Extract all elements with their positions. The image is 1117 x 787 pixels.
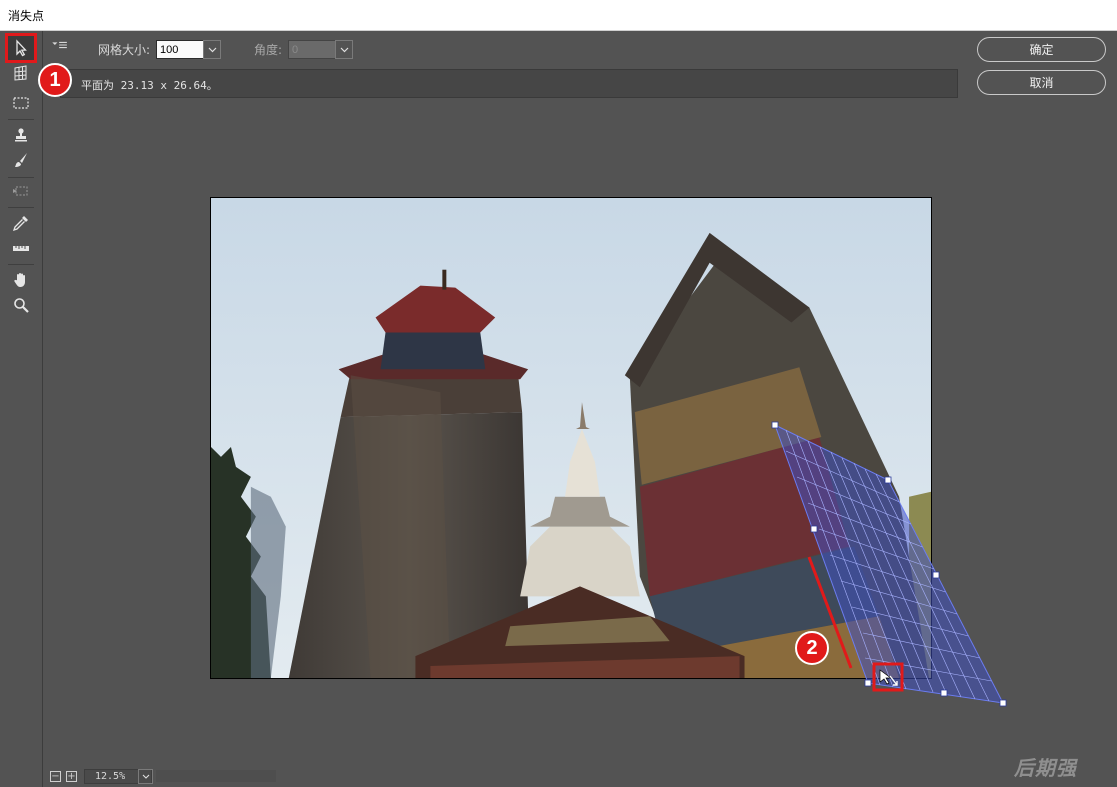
magnifier-icon [14, 298, 29, 313]
marquee-icon [13, 97, 29, 109]
stamp-tool[interactable] [8, 123, 34, 147]
stamp-icon [15, 128, 27, 142]
zoom-in-button[interactable]: + [66, 771, 77, 782]
grid-size-label: 网格大小: [98, 43, 151, 57]
cancel-button[interactable]: 取消 [977, 70, 1106, 95]
zoom-out-button[interactable]: − [50, 771, 61, 782]
tool-separator [8, 177, 34, 178]
tool-separator [8, 264, 34, 265]
eyedropper-tool[interactable] [8, 211, 34, 235]
zoom-dropdown[interactable] [138, 769, 153, 784]
ruler-icon [13, 246, 29, 251]
chevron-down-icon [142, 774, 149, 779]
zoom-track [156, 770, 276, 782]
chevron-down-icon [340, 47, 348, 52]
measure-tool[interactable] [8, 236, 34, 260]
status-bar: − + 12.5% [44, 767, 1117, 787]
grid-size-dropdown[interactable] [203, 40, 221, 59]
tool-separator [8, 207, 34, 208]
create-plane-tool[interactable] [8, 61, 34, 85]
angle-label: 角度: [254, 43, 283, 57]
info-bar: 平面为 23.13 x 26.64。 [60, 69, 958, 98]
tool-separator [8, 119, 34, 120]
tools-panel [0, 31, 43, 787]
edit-plane-tool[interactable] [5, 33, 37, 63]
window-titlebar: 消失点 [0, 0, 1117, 31]
grid-plane-icon [14, 65, 27, 81]
step-badge-1: 1 [38, 63, 72, 97]
watermark-text: 后期强 [1014, 756, 1077, 780]
options-bar: 网格大小: 角度: [43, 31, 1117, 67]
zoom-tool[interactable] [8, 293, 34, 317]
step-badge-2: 2 [795, 631, 829, 665]
angle-dropdown[interactable] [335, 40, 353, 59]
window-title: 消失点 [8, 9, 45, 23]
marquee-tool[interactable] [8, 91, 34, 115]
arrow-cursor-icon [16, 39, 27, 57]
transform-tool[interactable] [8, 179, 34, 203]
chevron-down-icon [208, 47, 216, 52]
brush-icon [15, 153, 27, 167]
grid-size-input[interactable] [156, 40, 205, 59]
plane-info-text: 平面为 23.13 x 26.64。 [81, 79, 218, 92]
brush-tool[interactable] [8, 148, 34, 172]
preview-image[interactable] [210, 197, 932, 679]
ok-button[interactable]: 确定 [977, 37, 1106, 62]
panel-menu-icon[interactable] [51, 39, 71, 57]
eyedropper-icon [12, 216, 28, 232]
hand-icon [14, 273, 25, 287]
angle-input[interactable] [288, 40, 337, 59]
hand-tool[interactable] [8, 268, 34, 292]
transform-icon [13, 186, 28, 196]
